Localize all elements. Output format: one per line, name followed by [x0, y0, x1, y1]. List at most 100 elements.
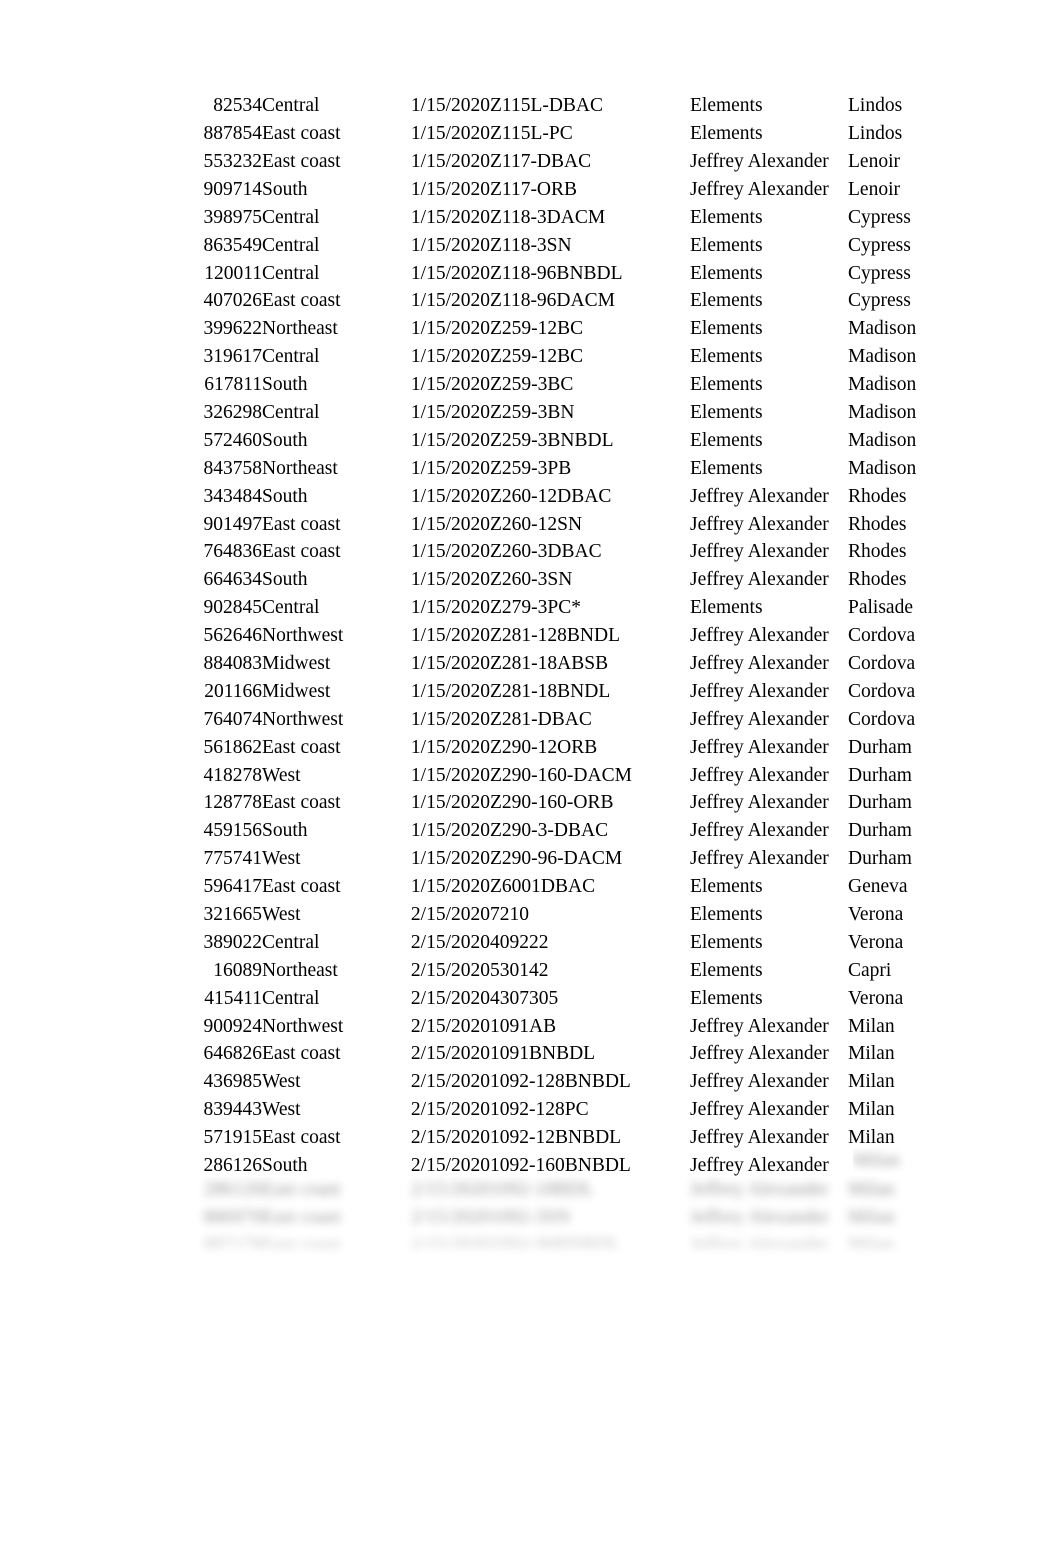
cell-date: 1/15/2020	[410, 736, 490, 758]
cell-date: 1/15/2020	[410, 290, 490, 312]
table-row: 775741 West 1/15/2020 Z290-96-DACM Jeffrey A…	[180, 845, 968, 873]
cell-brand: Jeffrey Alexander	[690, 1043, 829, 1065]
cell-region: Central	[262, 987, 320, 1009]
cell-region: Northwest	[262, 625, 344, 647]
cell-item-code: Z259-12BC	[490, 346, 584, 368]
cell-brand: Elements	[690, 262, 763, 284]
cell-id: 407026	[203, 290, 263, 312]
cell-brand: Elements	[690, 597, 763, 619]
cell-brand: Elements	[690, 374, 763, 396]
cell-brand: Jeffrey Alexander	[690, 764, 829, 786]
cell-item-code: 409222	[490, 931, 549, 953]
cell-id: 884083	[203, 653, 263, 674]
cell-item-code: Z259-3PB	[490, 457, 572, 479]
cell-id: 343484	[203, 485, 263, 507]
cell-item-code: Z118-3DACM	[490, 206, 606, 228]
cell-id: 16089	[213, 959, 262, 981]
cell-collection: Cordova	[848, 708, 916, 730]
table-row: 399622 Northeast 1/15/2020 Z259-12BC Element…	[180, 315, 968, 343]
cell-region: East coast	[262, 1207, 341, 1229]
cell-id: 399622	[203, 318, 263, 340]
cell-item-code: 1092-18BDL	[490, 1179, 594, 1201]
data-table: 82534 Central 1/15/2020 Z115L-DBAC Elements L…	[180, 92, 968, 1180]
cell-brand: Elements	[690, 904, 763, 926]
cell-collection: Madison	[848, 318, 917, 340]
cell-id: 843758	[203, 457, 263, 479]
cell-collection: Rhodes	[848, 569, 907, 591]
table-row: 553232 East coast 1/15/2020 Z117-DBAC Jeffre…	[180, 148, 968, 176]
cell-id: 286126	[203, 1179, 263, 1201]
cell-item-code: Z115L-DBAC	[490, 95, 604, 117]
cell-date: 1/15/2020	[410, 206, 490, 228]
cell-item-code: Z290-160-DACM	[490, 764, 632, 786]
table-row: 617811 South 1/15/2020 Z259-3BC Elements Madi…	[180, 371, 968, 399]
table-row: 562646 Northwest 1/15/2020 Z281-128BNDL Jeff…	[180, 622, 968, 650]
cell-brand: Elements	[690, 931, 763, 953]
cell-item-code: 1092-160BNBDL	[490, 1155, 631, 1177]
cell-id: 572460	[203, 429, 263, 451]
cell-region: East coast	[262, 736, 341, 758]
cell-item-code: Z259-12BC	[490, 318, 584, 340]
cell-collection: Milan	[848, 1127, 895, 1149]
cell-date: 2/15/2020	[410, 987, 490, 1009]
cell-date: 1/15/2020	[410, 485, 490, 507]
cell-date: 2/15/2020	[410, 1155, 490, 1177]
cell-date: 1/15/2020	[410, 680, 490, 702]
cell-collection: Lindos	[848, 123, 903, 145]
cell-collection: Durham	[848, 736, 912, 758]
data-table-body: 82534 Central 1/15/2020 Z115L-DBAC Elements L…	[180, 92, 968, 1180]
cell-collection: Milan	[848, 1071, 895, 1093]
cell-item-code: Z290-12ORB	[490, 736, 598, 758]
cell-region: Northeast	[262, 959, 338, 981]
cell-collection: Verona	[848, 931, 904, 953]
cell-date: 1/15/2020	[410, 318, 490, 340]
table-row: 572460 South 1/15/2020 Z259-3BNBDL Elements M…	[180, 427, 968, 455]
cell-id: 321665	[203, 904, 263, 926]
table-row: 887854 East coast 1/15/2020 Z115L-PC Element…	[180, 120, 968, 148]
cell-region: East coast	[262, 792, 341, 814]
cell-collection: Cypress	[848, 234, 911, 256]
cell-region: East coast	[262, 876, 341, 898]
cell-collection: Lenoir	[848, 150, 900, 172]
cell-date: 1/15/2020	[410, 346, 490, 368]
cell-collection: Madison	[848, 429, 917, 451]
cell-date: 1/15/2020	[410, 234, 490, 256]
cell-item-code: 1092-128BNBDL	[490, 1071, 631, 1093]
cell-region: East coast	[262, 290, 341, 312]
cell-collection: Milan	[848, 1099, 895, 1121]
data-table-container: 82534 Central 1/15/2020 Z115L-DBAC Elements L…	[180, 92, 980, 1180]
cell-brand: Elements	[690, 123, 763, 145]
cell-brand: Jeffrey Alexander	[690, 736, 829, 758]
cell-item-code: Z281-18ABSB	[490, 653, 609, 674]
cell-collection: Madison	[848, 346, 917, 368]
cell-id: 909714	[203, 178, 263, 200]
cell-region: East coast	[262, 123, 341, 145]
cell-id: 664634	[203, 569, 263, 591]
cell-date: 1/15/2020	[410, 764, 490, 786]
cell-date: 1/15/2020	[410, 401, 490, 423]
cell-date: 1/15/2020	[410, 569, 490, 591]
cell-item-code: Z115L-PC	[490, 123, 573, 145]
cell-region: Midwest	[262, 680, 331, 702]
table-row: 901497 East coast 1/15/2020 Z260-12SN Jeffre…	[180, 510, 968, 538]
cell-id: 901497	[203, 513, 263, 535]
cell-item-code: Z260-3DBAC	[490, 541, 602, 563]
table-row: 120011 Central 1/15/2020 Z118-96BNBDL Elemen…	[180, 259, 968, 287]
cell-item-code: 7210	[490, 904, 529, 926]
cell-brand: Jeffrey Alexander	[690, 485, 829, 507]
table-row: 764074 Northwest 1/15/2020 Z281-DBAC Jeffrey…	[180, 706, 968, 734]
table-row: 839443 West 2/15/2020 1092-128PC Jeffrey Ale…	[180, 1096, 968, 1124]
cell-id: 617811	[204, 374, 262, 396]
cell-id: 553232	[203, 150, 263, 172]
cell-date: 2/15/2020	[410, 1099, 490, 1121]
cell-id: 863549	[203, 234, 263, 256]
cell-brand: Elements	[690, 290, 763, 312]
cell-region: Northwest	[262, 708, 344, 730]
cell-collection: Cordova	[848, 680, 916, 702]
table-row: 398975 Central 1/15/2020 Z118-3DACM Elements…	[180, 204, 968, 232]
cell-region: East coast	[262, 1127, 341, 1149]
cell-date: 1/15/2020	[410, 513, 490, 535]
cell-id: 319617	[203, 346, 263, 368]
cell-collection: Milan	[848, 1179, 895, 1201]
cell-region: West	[262, 1071, 301, 1093]
